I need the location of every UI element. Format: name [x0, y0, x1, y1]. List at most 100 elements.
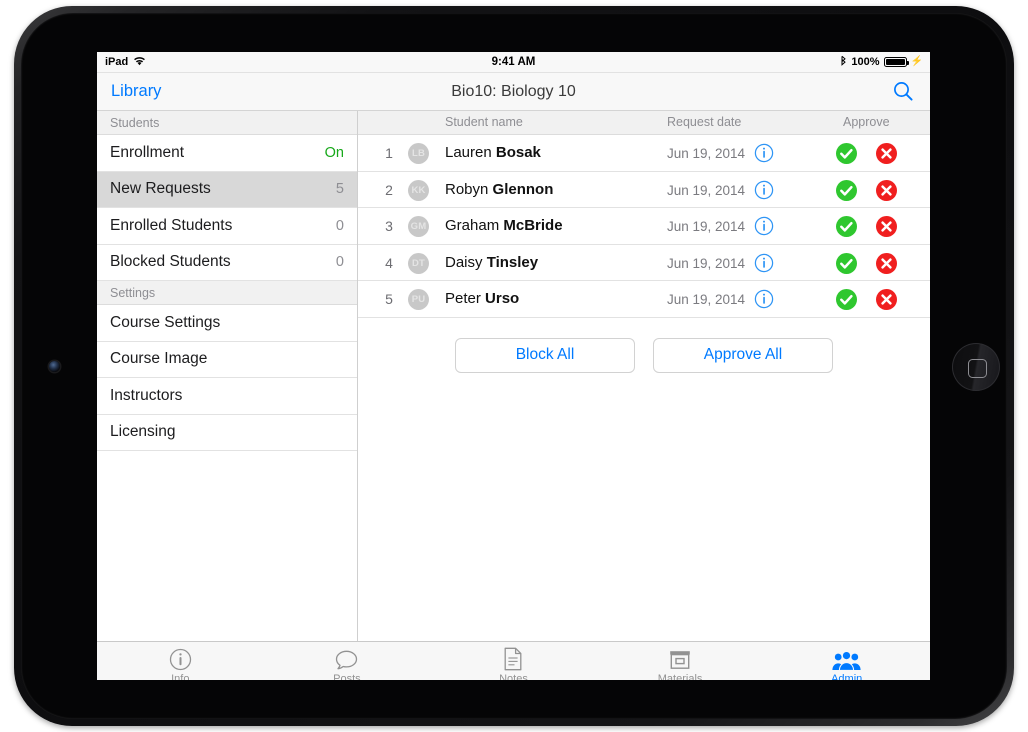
navigation-bar: Library Bio10: Biology 10 — [97, 73, 930, 111]
ipad-screen: iPad 9:41 AM 100% ⚡ Library Bio10: Biolo… — [97, 52, 930, 680]
sidebar-item-blocked-students[interactable]: Blocked Students 0 — [97, 244, 357, 281]
sidebar-item-label: Blocked Students — [110, 253, 231, 271]
page-title: Bio10: Biology 10 — [451, 82, 576, 100]
student-last-name: Glennon — [492, 180, 554, 198]
approve-check-icon[interactable] — [836, 216, 857, 237]
student-last-name: Urso — [485, 290, 520, 307]
approve-all-button[interactable]: Approve All — [653, 337, 833, 373]
tab-admin[interactable]: Admin — [763, 647, 930, 680]
front-camera — [49, 361, 60, 372]
sidebar-item-new-requests[interactable]: New Requests 5 — [97, 171, 357, 208]
reject-x-icon[interactable] — [876, 216, 897, 237]
row-index: 3 — [385, 218, 393, 234]
table-row[interactable]: 4 DT Daisy Tinsley Jun 19, 2014 — [358, 244, 930, 281]
home-button[interactable] — [952, 343, 1000, 391]
home-button-square-icon — [967, 358, 987, 378]
column-header-student-name: Student name — [445, 115, 523, 129]
sidebar-item-licensing[interactable]: Licensing — [97, 414, 357, 451]
student-name: Graham McBride — [445, 217, 563, 234]
table-row[interactable]: 2 KK Robyn Glennon Jun 19, 2014 — [358, 171, 930, 208]
sidebar-item-label: Enrollment — [110, 143, 185, 161]
student-name: Daisy Tinsley — [445, 254, 538, 271]
info-icon[interactable] — [754, 180, 774, 200]
request-date: Jun 19, 2014 — [667, 255, 746, 271]
search-icon[interactable] — [892, 80, 914, 102]
block-all-button[interactable]: Block All — [455, 337, 635, 373]
sidebar-item-enrolled-students[interactable]: Enrolled Students 0 — [97, 208, 357, 245]
student-first-name: Robyn — [445, 180, 493, 198]
box-icon — [668, 647, 692, 671]
student-name: Lauren Bosak — [445, 144, 541, 161]
tab-notes[interactable]: Notes — [430, 647, 597, 680]
sidebar-item-value: On — [324, 144, 344, 161]
student-first-name: Graham — [445, 217, 504, 234]
sidebar-item-label: Course Image — [110, 350, 208, 368]
speech-bubble-icon — [334, 647, 359, 671]
tab-label: Notes — [499, 673, 528, 680]
column-header-request-date: Request date — [667, 115, 742, 129]
request-date: Jun 19, 2014 — [667, 182, 746, 198]
reject-x-icon[interactable] — [876, 252, 897, 274]
tab-label: Info — [171, 673, 190, 680]
tab-label: Posts — [333, 673, 361, 680]
sidebar-item-value: 0 — [335, 217, 344, 234]
bulk-action-buttons: Block All Approve All — [358, 318, 930, 373]
info-circle-icon — [169, 647, 192, 671]
content-pane: Student name Request date Approve 1 LB Lau… — [358, 111, 930, 641]
avatar: PU — [408, 289, 429, 310]
student-last-name: Bosak — [495, 144, 541, 161]
approve-check-icon[interactable] — [836, 143, 857, 164]
row-index: 4 — [385, 254, 393, 271]
table-row[interactable]: 5 PU Peter Urso Jun 19, 2014 — [358, 281, 930, 318]
column-header-approve: Approve — [843, 115, 890, 129]
approve-check-icon[interactable] — [836, 289, 857, 310]
table-row[interactable]: 3 GM Graham McBride Jun 19, 2014 — [358, 208, 930, 245]
battery-full-charging-icon — [883, 57, 909, 67]
avatar: LB — [408, 143, 429, 164]
tab-info[interactable]: Info — [97, 647, 264, 680]
student-first-name: Peter — [445, 290, 486, 307]
sidebar: Students Enrollment On New Requests 5 En… — [97, 111, 358, 641]
reject-x-icon[interactable] — [876, 143, 897, 164]
request-date: Jun 19, 2014 — [667, 292, 746, 307]
info-icon[interactable] — [754, 289, 774, 309]
student-first-name: Lauren — [445, 144, 496, 161]
sidebar-item-enrollment[interactable]: Enrollment On — [97, 135, 357, 172]
document-icon — [503, 647, 523, 671]
tab-label: Admin — [831, 673, 863, 680]
sidebar-item-label: Enrolled Students — [110, 216, 233, 234]
split-view: Students Enrollment On New Requests 5 En… — [97, 111, 930, 641]
sidebar-section-header-settings: Settings — [97, 281, 357, 305]
info-icon[interactable] — [754, 253, 774, 273]
student-first-name: Daisy — [445, 253, 487, 271]
approve-check-icon[interactable] — [836, 179, 857, 201]
info-icon[interactable] — [754, 143, 774, 163]
sidebar-item-value: 0 — [335, 254, 344, 271]
screenshot-stage: iPad 9:41 AM 100% ⚡ Library Bio10: Biolo… — [0, 0, 1028, 732]
approve-check-icon[interactable] — [836, 252, 857, 274]
table-row[interactable]: 1 LB Lauren Bosak Jun 19, 2014 — [358, 135, 930, 172]
student-last-name: McBride — [503, 217, 563, 234]
row-index: 2 — [385, 181, 393, 198]
sidebar-item-label: Course Settings — [110, 313, 221, 331]
tab-label: Materials — [657, 673, 703, 680]
reject-x-icon[interactable] — [876, 289, 897, 310]
sidebar-item-label: New Requests — [110, 180, 211, 198]
avatar: DT — [408, 252, 429, 274]
status-bar: iPad 9:41 AM 100% ⚡ — [97, 52, 930, 73]
sidebar-item-instructors[interactable]: Instructors — [97, 378, 357, 415]
avatar: GM — [408, 216, 429, 237]
sidebar-item-label: Licensing — [110, 423, 176, 441]
row-index: 5 — [385, 291, 393, 307]
request-date: Jun 19, 2014 — [667, 219, 746, 234]
reject-x-icon[interactable] — [876, 179, 897, 201]
sidebar-item-course-settings[interactable]: Course Settings — [97, 305, 357, 342]
tab-materials[interactable]: Materials — [597, 647, 764, 680]
sidebar-item-value: 5 — [335, 181, 344, 198]
info-icon[interactable] — [754, 216, 774, 236]
tab-posts[interactable]: Posts — [264, 647, 431, 680]
student-name: Peter Urso — [445, 290, 519, 307]
status-bar-time: 9:41 AM — [491, 56, 536, 68]
student-name: Robyn Glennon — [445, 181, 553, 198]
sidebar-item-course-image[interactable]: Course Image — [97, 341, 357, 378]
